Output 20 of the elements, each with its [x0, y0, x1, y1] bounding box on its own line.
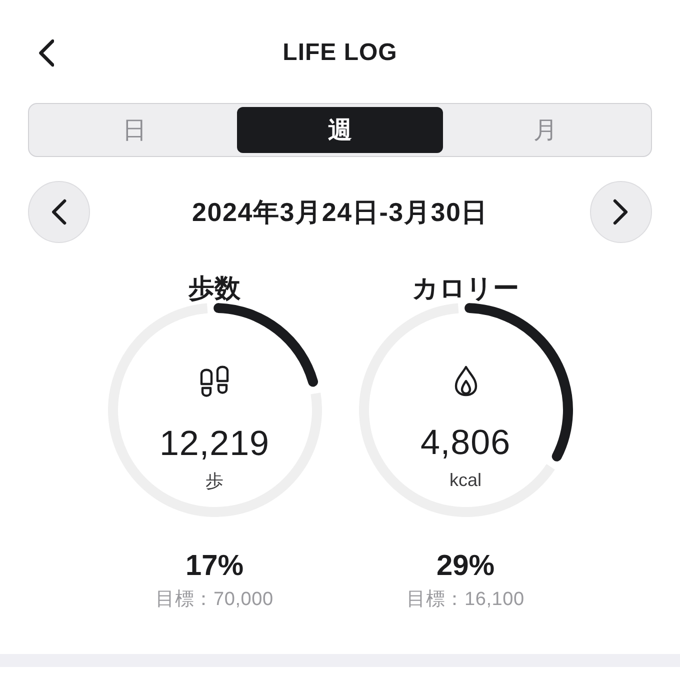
metric-label: 歩数	[188, 273, 240, 303]
page-title: LIFE LOG	[282, 39, 398, 67]
flame-icon	[452, 365, 478, 397]
metric-label: カロリー	[412, 273, 519, 303]
metric-unit: 歩	[206, 470, 224, 492]
period-tab[interactable]: 週	[237, 107, 443, 153]
period-tab[interactable]: 日	[32, 107, 238, 153]
period-tab[interactable]: 月	[442, 107, 648, 153]
footprints-icon	[198, 365, 230, 398]
back-icon	[38, 39, 54, 67]
goal-percent: 17%	[185, 549, 244, 583]
date-range: 2024年3月24日-3月30日	[192, 196, 488, 228]
previous-icon	[51, 199, 67, 225]
metric-value: 4,806	[420, 423, 511, 463]
metric-unit: kcal	[449, 469, 482, 491]
next-icon	[613, 199, 629, 225]
metric-value: 12,219	[159, 424, 270, 464]
goal-target: 目標：70,000	[156, 588, 274, 612]
goal-percent: 29%	[436, 549, 495, 583]
goal-target: 目標：16,100	[406, 588, 524, 612]
